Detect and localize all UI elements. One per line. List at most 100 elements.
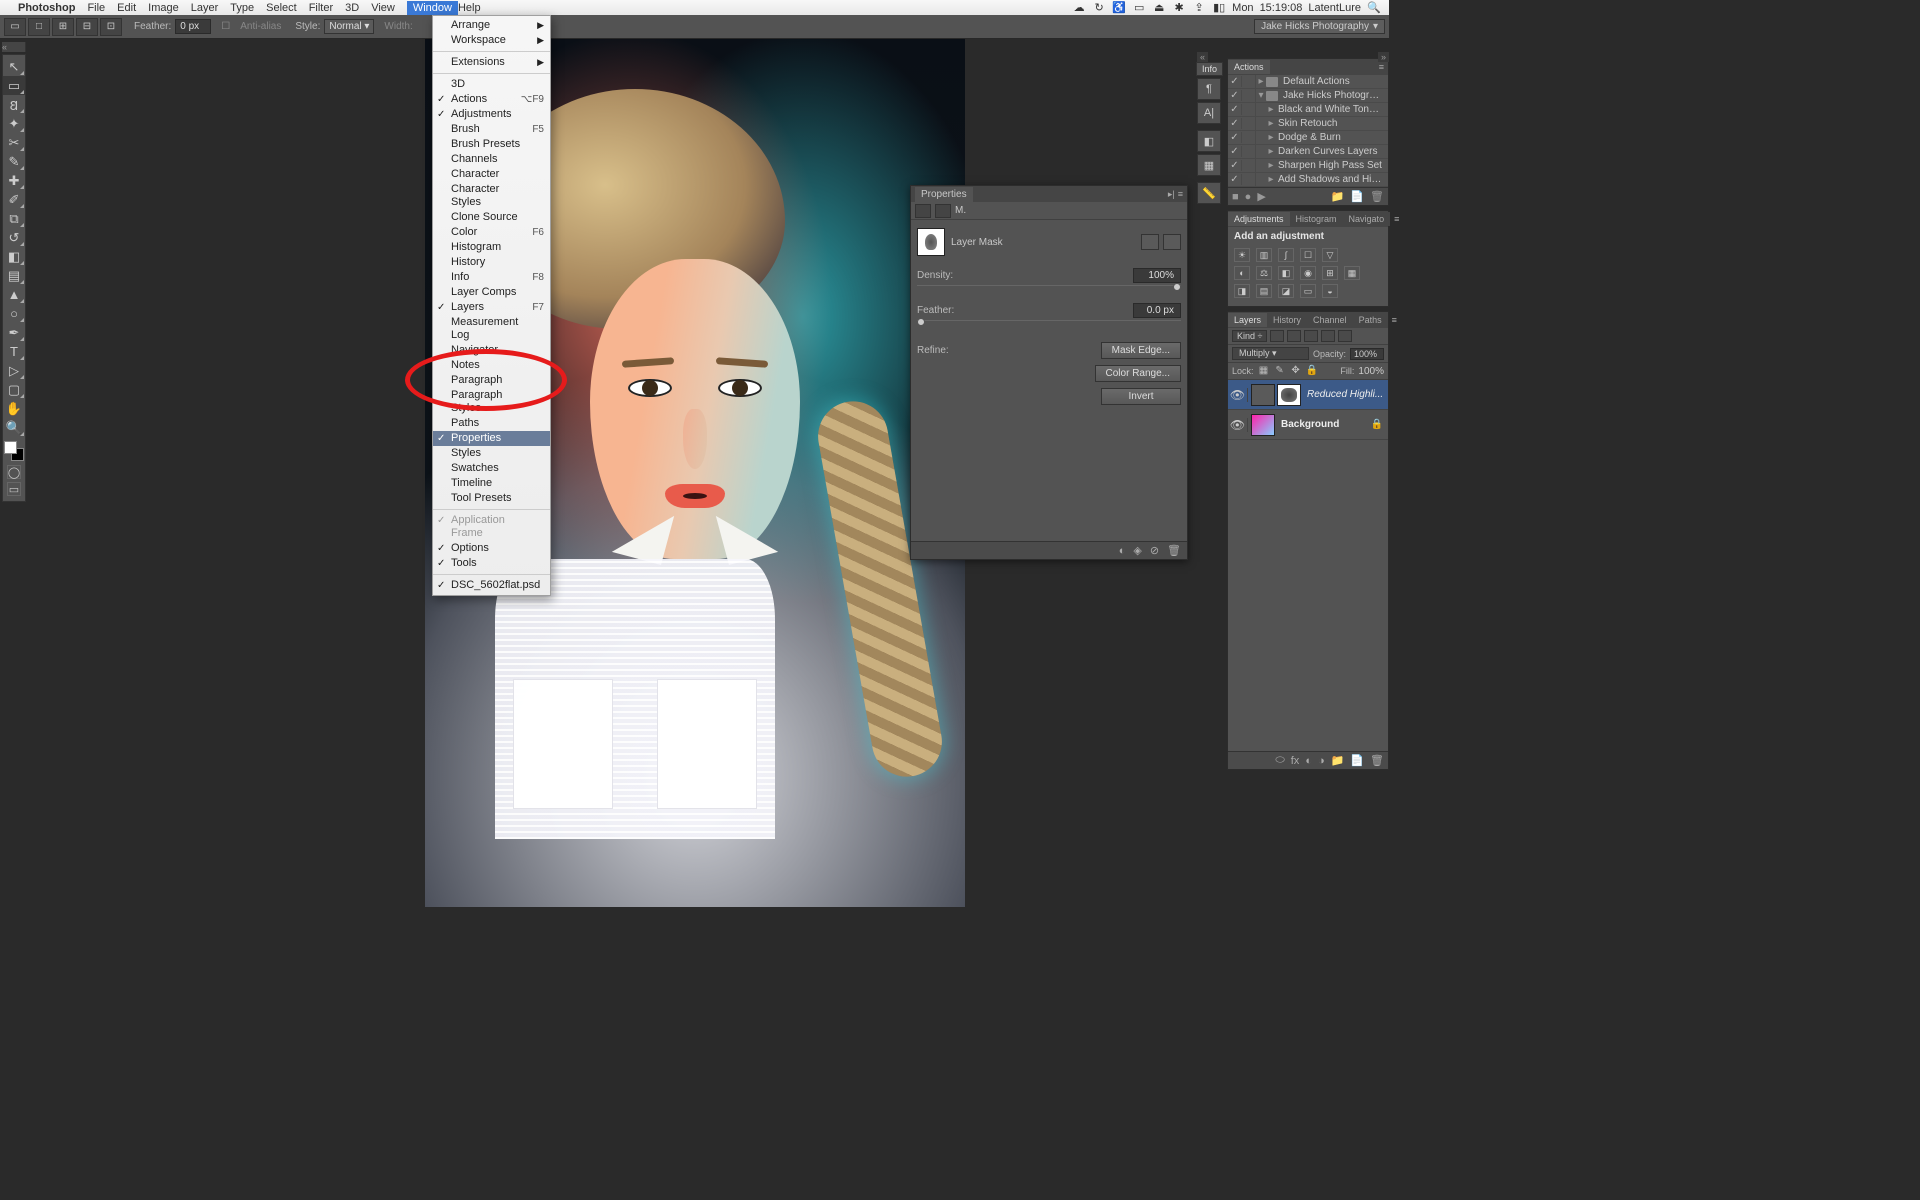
threshold-icon[interactable]: ◪: [1278, 284, 1294, 298]
disable-mask-icon[interactable]: ⊘: [1150, 544, 1159, 557]
channel-mixer-icon[interactable]: ⊞: [1322, 266, 1338, 280]
properties-tab[interactable]: Properties: [915, 187, 973, 202]
window-menu-swatches[interactable]: Swatches: [433, 461, 550, 476]
character-panel-icon[interactable]: ¶: [1197, 78, 1221, 100]
histogram-tab[interactable]: Histogram: [1290, 212, 1343, 226]
panel-menu-icon[interactable]: ≡: [1178, 189, 1183, 200]
pen-tool-icon[interactable]: ✒: [3, 323, 25, 342]
menu-edit[interactable]: Edit: [117, 2, 136, 14]
photo-filter-icon[interactable]: ◉: [1300, 266, 1316, 280]
pixel-mask-button[interactable]: [1141, 234, 1159, 250]
window-menu-actions[interactable]: ✓Actions⌥F9: [433, 92, 550, 107]
window-menu-clone-source[interactable]: Clone Source: [433, 210, 550, 225]
action-row[interactable]: ✓▸Default Actions: [1228, 75, 1388, 89]
measure-panel-icon[interactable]: 📏: [1197, 182, 1221, 204]
trash-icon[interactable]: 🗑: [1167, 544, 1181, 557]
menu-window[interactable]: Window: [407, 1, 458, 15]
move-tool-icon[interactable]: ↖: [3, 57, 25, 76]
menu-type[interactable]: Type: [230, 2, 254, 14]
dodge-tool-icon[interactable]: ○: [3, 304, 25, 323]
action-row[interactable]: ✓▾Jake Hicks Photography ...: [1228, 89, 1388, 103]
collapse-right-icon[interactable]: »: [1378, 52, 1389, 62]
stamp-tool-icon[interactable]: ⧉: [3, 209, 25, 228]
curves-icon[interactable]: ∫: [1278, 248, 1294, 262]
feather-slider[interactable]: [917, 320, 1181, 328]
kind-filter-dropdown[interactable]: Kind ÷: [1232, 330, 1267, 342]
timemachine-icon[interactable]: ↻: [1092, 2, 1106, 14]
brightness-icon[interactable]: ☀: [1234, 248, 1250, 262]
filter-type-icon[interactable]: [1304, 330, 1318, 342]
window-menu-histogram[interactable]: Histogram: [433, 240, 550, 255]
window-menu-paragraph[interactable]: Paragraph: [433, 373, 550, 388]
window-menu-timeline[interactable]: Timeline: [433, 476, 550, 491]
history-tab[interactable]: History: [1267, 313, 1307, 327]
action-row[interactable]: ✓▸Sharpen High Pass Set: [1228, 159, 1388, 173]
delete-action-icon[interactable]: 🗑: [1370, 190, 1384, 203]
bw-icon[interactable]: ◧: [1278, 266, 1294, 280]
record-icon[interactable]: ●: [1245, 191, 1252, 203]
filter-adjust-icon[interactable]: [1287, 330, 1301, 342]
density-slider[interactable]: [917, 285, 1181, 293]
brush-tool-icon[interactable]: ✐: [3, 190, 25, 209]
accessibility-icon[interactable]: ♿: [1112, 2, 1126, 14]
channels-tab[interactable]: Channel: [1307, 313, 1353, 327]
display-icon[interactable]: ▭: [1132, 2, 1146, 14]
filter-smart-icon[interactable]: [1338, 330, 1352, 342]
invert-adj-icon[interactable]: ◨: [1234, 284, 1250, 298]
visibility-toggle-icon[interactable]: 👁: [1228, 388, 1248, 402]
menu-3d[interactable]: 3D: [345, 2, 359, 14]
new-set-icon[interactable]: 📁: [1331, 190, 1345, 203]
fill-value[interactable]: 100%: [1358, 366, 1384, 377]
paths-tab[interactable]: Paths: [1353, 313, 1388, 327]
lock-pixels-icon[interactable]: ✎: [1274, 365, 1286, 377]
window-menu-application-frame[interactable]: ✓Application Frame: [433, 513, 550, 541]
app-name[interactable]: Photoshop: [18, 2, 75, 14]
blur-tool-icon[interactable]: ▲: [3, 285, 25, 304]
window-menu-notes[interactable]: Notes: [433, 358, 550, 373]
selective-color-icon[interactable]: ◒: [1322, 284, 1338, 298]
levels-icon[interactable]: ▥: [1256, 248, 1272, 262]
window-menu-layers[interactable]: ✓LayersF7: [433, 300, 550, 315]
menubar-time[interactable]: 15:19:08: [1260, 2, 1303, 14]
lookup-icon[interactable]: ▦: [1344, 266, 1360, 280]
menu-select[interactable]: Select: [266, 2, 297, 14]
spotlight-icon[interactable]: 🔍: [1367, 2, 1381, 14]
quick-select-tool-icon[interactable]: ✦: [3, 114, 25, 133]
paragraph-panel-icon[interactable]: A|: [1197, 102, 1221, 124]
layer-new-icon[interactable]: 📄: [1350, 754, 1364, 767]
path-select-tool-icon[interactable]: ▷: [3, 361, 25, 380]
window-menu-brush[interactable]: BrushF5: [433, 122, 550, 137]
action-row[interactable]: ✓▸Dodge & Burn: [1228, 131, 1388, 145]
visibility-toggle-icon[interactable]: 👁: [1228, 418, 1248, 432]
selection-new-icon[interactable]: □: [28, 18, 50, 36]
play-icon[interactable]: ▶: [1257, 190, 1265, 203]
lock-all-icon[interactable]: 🔒: [1306, 365, 1318, 377]
window-menu-dsc-5602flat-psd[interactable]: ✓DSC_5602flat.psd: [433, 578, 550, 593]
action-row[interactable]: ✓▸Add Shadows and Highli...: [1228, 173, 1388, 187]
panel-collapse-icon[interactable]: ▸|: [1168, 189, 1175, 200]
bluetooth-icon[interactable]: ✱: [1172, 2, 1186, 14]
window-menu-adjustments[interactable]: ✓Adjustments: [433, 107, 550, 122]
screen-mode-icon[interactable]: ▭: [7, 482, 21, 496]
window-menu-paths[interactable]: Paths: [433, 416, 550, 431]
navigator-tab[interactable]: Navigato: [1343, 212, 1391, 226]
layer-row[interactable]: 👁Reduced Highli...: [1228, 380, 1388, 410]
quick-mask-icon[interactable]: ◯: [7, 465, 21, 479]
invert-button[interactable]: Invert: [1101, 388, 1181, 405]
properties-panel[interactable]: Properties ▸| ≡ M. Layer Mask Density: 1…: [910, 185, 1188, 560]
adjustments-menu-icon[interactable]: ≡: [1390, 214, 1403, 224]
blend-mode-dropdown[interactable]: Multiply ▾: [1232, 347, 1309, 360]
marquee-tool-icon[interactable]: ▭: [3, 76, 25, 95]
window-menu-color[interactable]: ColorF6: [433, 225, 550, 240]
window-menu-styles[interactable]: Styles: [433, 446, 550, 461]
window-menu-layer-comps[interactable]: Layer Comps: [433, 285, 550, 300]
layer-trash-icon[interactable]: 🗑: [1370, 754, 1384, 767]
eyedropper-tool-icon[interactable]: ✎: [3, 152, 25, 171]
healing-tool-icon[interactable]: ✚: [3, 171, 25, 190]
exposure-icon[interactable]: ☐: [1300, 248, 1316, 262]
fill-adjust-new-icon[interactable]: ◑: [1318, 755, 1325, 767]
eraser-tool-icon[interactable]: ◧: [3, 247, 25, 266]
wifi-icon[interactable]: ☁: [1072, 2, 1086, 14]
actions-menu-icon[interactable]: ≡: [1375, 62, 1388, 72]
window-menu-arrange[interactable]: Arrange▶: [433, 18, 550, 33]
